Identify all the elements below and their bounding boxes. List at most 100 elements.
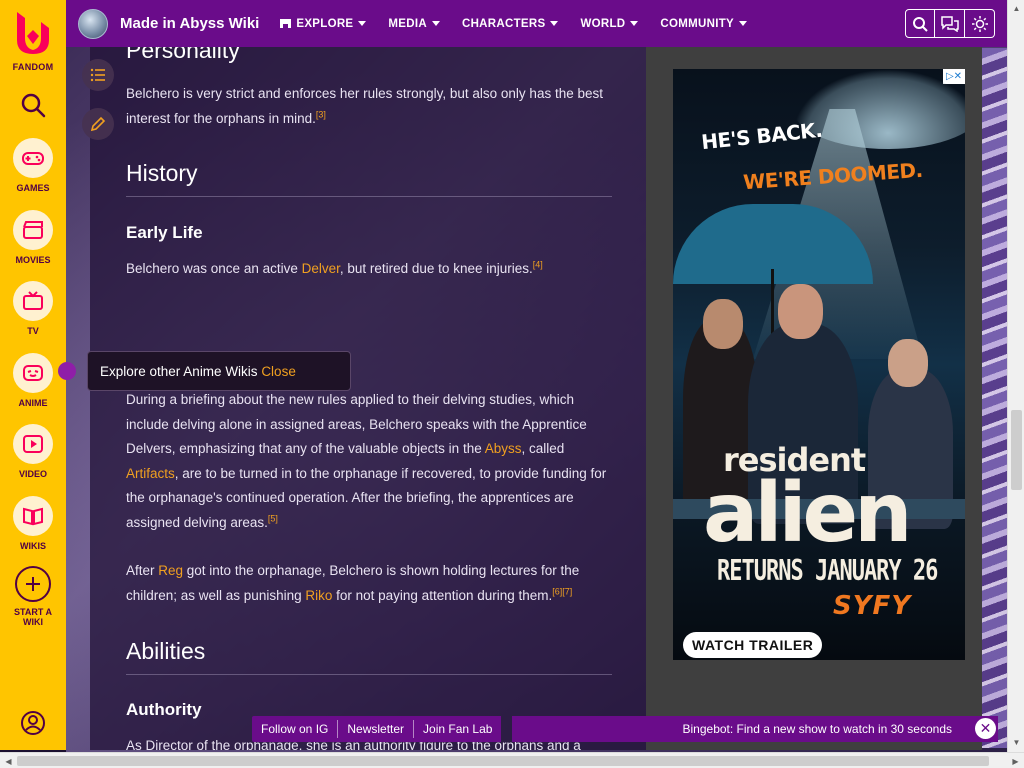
rail-item-start-wiki[interactable]: START A WIKI — [0, 566, 66, 627]
rail-item-tv[interactable]: TV — [0, 281, 66, 336]
play-icon — [23, 435, 43, 453]
reference-link[interactable]: [7] — [562, 586, 572, 596]
search-icon — [913, 16, 928, 32]
anime-face-icon — [23, 365, 43, 381]
discussions-button[interactable] — [935, 9, 965, 38]
tooltip-text: Explore other Anime Wikis — [100, 363, 262, 379]
vertical-scroll-thumb[interactable] — [1011, 410, 1022, 490]
community-header: Made in Abyss Wiki EXPLORE MEDIA CHARACT… — [66, 0, 1007, 47]
article-sticky-tools — [82, 59, 114, 157]
link-abyss[interactable]: Abyss — [485, 441, 522, 456]
link-artifacts[interactable]: Artifacts — [126, 466, 175, 481]
explore-icon — [280, 19, 292, 28]
discussions-icon — [940, 15, 959, 32]
heading-early-life: Early Life — [126, 223, 203, 242]
nav-characters[interactable]: CHARACTERS — [462, 18, 559, 30]
paragraph-text: After — [126, 563, 159, 578]
tooltip-indicator — [58, 362, 76, 380]
heading-history: History — [126, 160, 198, 186]
heading-divider — [126, 674, 612, 675]
advertisement[interactable]: ▷✕ HE'S BACK. WE'RE DOOMED. resident ali… — [673, 69, 965, 660]
start-wiki-label-line1: START A — [14, 607, 52, 617]
scroll-right-arrow-icon[interactable]: ▶ — [1007, 753, 1024, 768]
scroll-down-arrow-icon[interactable]: ▼ — [1008, 734, 1024, 751]
header-tools — [905, 9, 995, 38]
nav-community[interactable]: COMMUNITY — [660, 17, 748, 30]
heading-authority: Authority — [126, 700, 202, 719]
chevron-down-icon — [630, 21, 639, 26]
chevron-down-icon — [358, 21, 367, 26]
reference-link[interactable]: [3] — [316, 109, 326, 119]
paragraph-text: for not paying attention during them. — [332, 587, 553, 603]
nav-characters-label: CHARACTERS — [461, 17, 546, 30]
nav-world[interactable]: WORLD — [580, 17, 639, 30]
rail-item-label: START A WIKI — [0, 607, 66, 627]
rail-item-movies[interactable]: MOVIES — [0, 210, 66, 265]
history-paragraph-briefing: During a briefing about the new rules ap… — [126, 388, 612, 535]
paragraph-text: , called — [521, 441, 565, 456]
fandom-logo-label[interactable]: FANDOM — [0, 62, 66, 72]
join-fan-lab-link[interactable]: Join Fan Lab — [413, 720, 501, 738]
scroll-left-arrow-icon[interactable]: ◀ — [0, 753, 17, 768]
close-icon[interactable]: ✕ — [975, 718, 996, 739]
tooltip-close-link[interactable]: Close — [261, 364, 296, 379]
scroll-up-arrow-icon[interactable]: ▲ — [1008, 0, 1024, 17]
fandom-global-nav: FANDOM GAMES MOVIES TV ANIME VIDEO WIKIS… — [0, 0, 66, 750]
heading-personality: Personality — [126, 47, 240, 63]
ad-tagline-1: HE'S BACK. — [700, 117, 824, 155]
rail-item-label: MOVIES — [15, 255, 51, 265]
edit-button[interactable] — [82, 108, 114, 140]
rail-item-games[interactable]: GAMES — [0, 138, 66, 193]
reference-link[interactable]: [4] — [533, 260, 543, 270]
community-nav: EXPLORE MEDIA CHARACTERS WORLD COMMUNITY — [279, 18, 769, 30]
ad-person-1-head — [703, 299, 743, 349]
rail-item-label: ANIME — [18, 398, 48, 408]
watch-trailer-button[interactable]: WATCH TRAILER — [683, 632, 823, 658]
bingebot-text: Bingebot: Find a new show to watch in 30… — [682, 722, 953, 736]
table-of-contents-button[interactable] — [82, 59, 114, 91]
pencil-icon — [90, 116, 106, 132]
wiki-name[interactable]: Made in Abyss Wiki — [120, 15, 259, 32]
gamepad-icon — [22, 152, 44, 165]
clapperboard-icon — [23, 221, 43, 239]
ad-network-logo: SYFY — [833, 591, 912, 621]
link-riko[interactable]: Riko — [305, 588, 332, 603]
explore-wikis-tooltip: Explore other Anime Wikis Close — [87, 351, 351, 391]
nav-media-label: MEDIA — [388, 17, 427, 30]
user-avatar-icon[interactable] — [20, 710, 46, 736]
newsletter-link[interactable]: Newsletter — [337, 720, 413, 738]
wiki-logo[interactable] — [78, 8, 108, 39]
plus-icon — [26, 577, 40, 591]
rail-item-wikis[interactable]: WIKIS — [0, 496, 66, 551]
bingebot-bar[interactable]: Bingebot: Find a new show to watch in 30… — [512, 716, 998, 742]
fandom-logo-icon[interactable] — [13, 8, 53, 56]
horizontal-scroll-thumb[interactable] — [17, 756, 989, 766]
background-art-strip — [982, 48, 1008, 748]
personality-paragraph: Belchero is very strict and enforces her… — [126, 82, 612, 131]
theme-toggle-button[interactable] — [965, 9, 995, 38]
horizontal-scrollbar[interactable]: ◀ ▶ — [0, 752, 1024, 768]
fan-feed-bar: Follow on IG Newsletter Join Fan Lab — [252, 716, 502, 742]
follow-on-ig-link[interactable]: Follow on IG — [252, 720, 337, 738]
rail-item-anime[interactable]: ANIME — [0, 353, 66, 408]
nav-media[interactable]: MEDIA — [388, 18, 440, 30]
rail-item-video[interactable]: VIDEO — [0, 424, 66, 479]
heading-abilities: Abilities — [126, 638, 206, 664]
nav-explore[interactable]: EXPLORE — [279, 18, 367, 30]
link-reg[interactable]: Reg — [158, 563, 183, 578]
link-delver[interactable]: Delver — [302, 261, 340, 276]
chevron-down-icon — [431, 21, 440, 26]
search-icon[interactable] — [19, 91, 47, 119]
chevron-down-icon — [550, 21, 559, 26]
rail-item-label: VIDEO — [18, 469, 47, 479]
book-icon — [23, 507, 43, 526]
heading-divider — [126, 196, 612, 197]
rail-item-label: WIKIS — [20, 541, 46, 551]
reference-link[interactable]: [5] — [268, 513, 278, 523]
ad-person-3-head — [888, 339, 928, 387]
nav-community-label: COMMUNITY — [660, 17, 735, 30]
nav-world-label: WORLD — [580, 17, 626, 30]
vertical-scrollbar[interactable]: ▲ ▼ — [1007, 0, 1024, 752]
header-search-button[interactable] — [905, 9, 935, 38]
reference-link[interactable]: [6] — [552, 586, 562, 596]
